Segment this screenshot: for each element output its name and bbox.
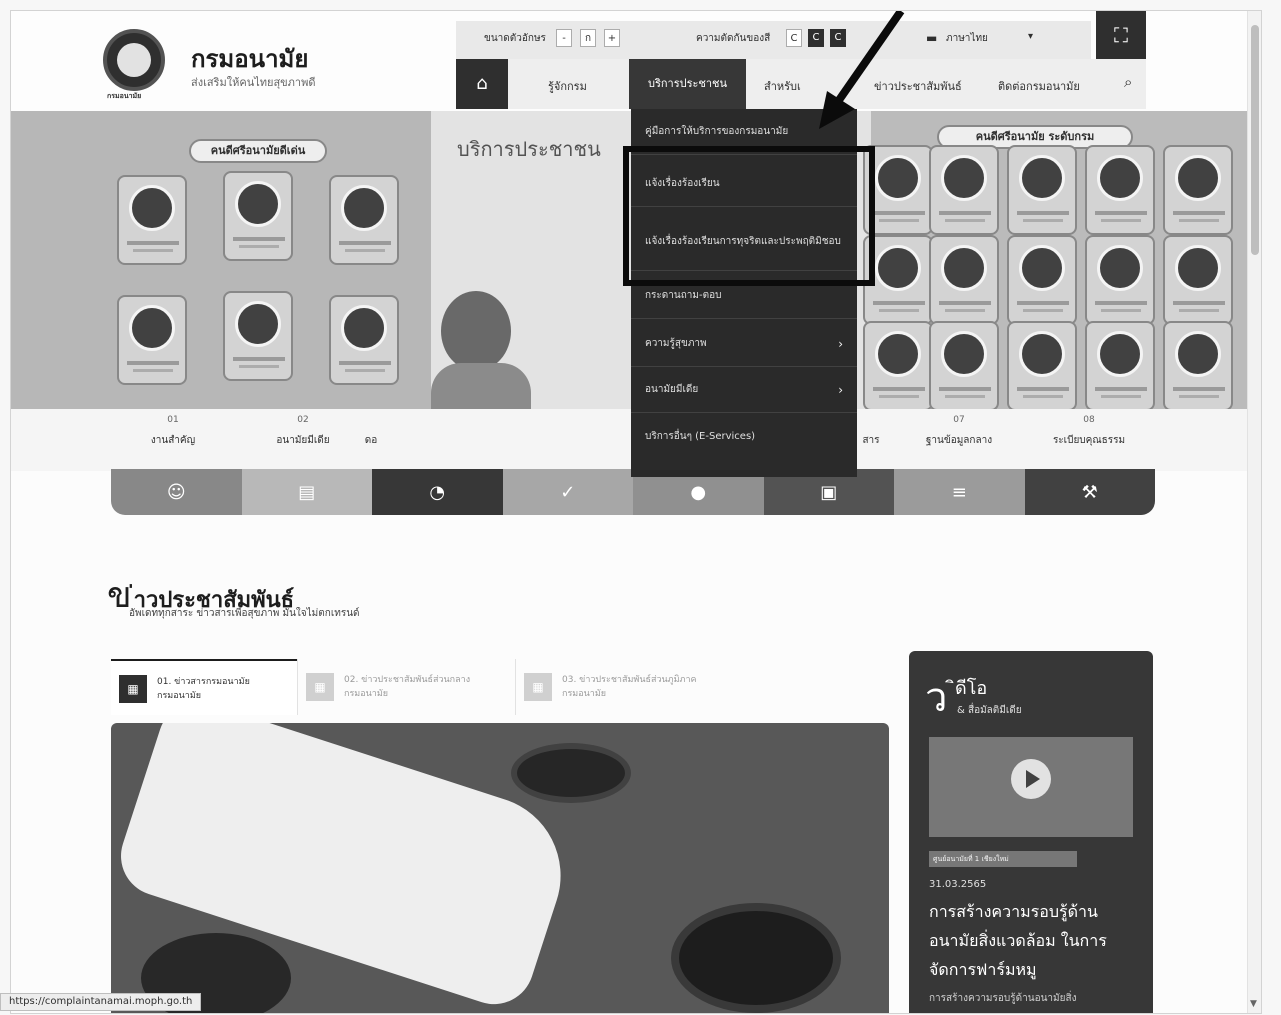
- nav-item-for[interactable]: สำหรับเ: [764, 77, 801, 95]
- tab-anamai-news[interactable]: ▦ 01. ข่าวสารกรมอนามัย กรมอนามัย: [111, 659, 297, 715]
- left-panel-banner: คนดีศรีอนามัยดีเด่น: [189, 139, 327, 163]
- news-section-subtitle: อัพเดททุกสาระ ข่าวสารเพื่อสุขภาพ มั่นใจไ…: [129, 608, 360, 619]
- person-card: [223, 171, 293, 261]
- category-item[interactable]: 02 อนามัยมีเดีย: [243, 409, 363, 448]
- scroll-down-icon[interactable]: ▼: [1250, 999, 1257, 1009]
- newspaper-icon: ▦: [524, 673, 552, 701]
- video-media-panel: ว ิดีโอ & สื่อมัลติมีเดีย ศูนย์อนามัยที่…: [909, 651, 1153, 1013]
- font-decrease-button[interactable]: -: [556, 29, 572, 47]
- play-icon[interactable]: [1011, 759, 1051, 799]
- video-headline[interactable]: การสร้างความรอบรู้ด้านอนามัยสิ่งแวดล้อม …: [929, 897, 1139, 984]
- news-tabs: ▦ 01. ข่าวสารกรมอนามัย กรมอนามัย ▦ 02. ข่…: [111, 659, 891, 715]
- chevron-right-icon: ›: [838, 382, 843, 397]
- highlight-box: [623, 146, 875, 286]
- video-category-badge: ศูนย์อนามัยที่ 1 เชียงใหม่: [929, 851, 1077, 867]
- search-icon[interactable]: ⌕: [1124, 73, 1132, 91]
- site-header: กรมอนามัย กรมอนามัย ส่งเสริมให้คนไทยสุขภ…: [11, 11, 1249, 111]
- nav-item-about[interactable]: รู้จักกรม: [548, 77, 587, 95]
- tab-regional-news[interactable]: ▦ 03. ข่าวประชาสัมพันธ์ส่วนภูมิภาค กรมอนา…: [515, 659, 745, 715]
- category-item[interactable]: 01 งานสำคัญ: [113, 409, 233, 448]
- newspaper-icon: ▦: [306, 673, 334, 701]
- video-excerpt: การสร้างความรอบรู้ด้านอนามัยสิ่ง: [929, 993, 1077, 1004]
- person-card: [863, 321, 933, 411]
- person-card: [329, 175, 399, 265]
- sitemap-icon[interactable]: ⛶: [1096, 11, 1146, 59]
- status-bar-url: https://complaintanamai.moph.go.th: [0, 993, 202, 1011]
- video-title-initial: ว: [925, 675, 948, 721]
- category-item[interactable]: 08 ระเบียบคุณธรรม: [1029, 409, 1149, 448]
- video-date: 31.03.2565: [929, 879, 987, 890]
- category-item[interactable]: ดอ: [351, 409, 391, 448]
- chevron-right-icon: ›: [838, 336, 843, 351]
- person-card: [1007, 321, 1077, 411]
- person-card: [1007, 235, 1077, 325]
- font-increase-button[interactable]: +: [604, 29, 620, 47]
- dropdown-item-e-services[interactable]: บริการอื่นๆ (E-Services): [631, 413, 857, 459]
- logo-caption: กรมอนามัย: [107, 92, 142, 100]
- hero-center-title: บริการประชาชน: [457, 137, 601, 161]
- video-subtitle: & สื่อมัลติมีเดีย: [957, 705, 1022, 716]
- person-card: [117, 295, 187, 385]
- person-card: [1163, 321, 1233, 411]
- category-item[interactable]: สาร: [851, 409, 891, 448]
- browser-viewport: กรมอนามัย กรมอนามัย ส่งเสริมให้คนไทยสุขภ…: [10, 10, 1262, 1014]
- person-card: [1085, 235, 1155, 325]
- person-icon[interactable]: ☺: [111, 469, 242, 515]
- database-icon[interactable]: ≡: [894, 469, 1025, 515]
- home-icon[interactable]: ⌂: [456, 59, 508, 109]
- video-thumbnail[interactable]: [929, 737, 1133, 837]
- person-card: [1085, 145, 1155, 235]
- chevron-down-icon[interactable]: ▾: [1028, 31, 1033, 42]
- video-title: ิดีโอ: [955, 678, 988, 699]
- dropdown-item-anamai-media[interactable]: อนามัยมีเดีย ›: [631, 367, 857, 413]
- nav-item-contact[interactable]: ติดต่อกรมอนามัย: [998, 77, 1080, 95]
- person-card: [1085, 321, 1155, 411]
- dropdown-item-health-knowledge[interactable]: ความรู้สุขภาพ ›: [631, 321, 857, 367]
- check-icon[interactable]: ✓: [502, 469, 633, 515]
- language-selector[interactable]: ภาษาไทย: [946, 31, 988, 46]
- nav-item-public-services[interactable]: บริการประชาชน: [629, 59, 746, 109]
- person-card: [329, 295, 399, 385]
- department-logo-icon[interactable]: [103, 29, 165, 91]
- hero-girl-image: [401, 291, 611, 416]
- category-item[interactable]: 07 ฐานข้อมูลกลาง: [899, 409, 1019, 448]
- tab-central-news[interactable]: ▦ 02. ข่าวประชาสัมพันธ์ส่วนกลาง กรมอนามัย: [297, 659, 515, 715]
- dashboard-icon[interactable]: ◔: [372, 469, 503, 515]
- person-card: [223, 291, 293, 381]
- newspaper-icon: ▦: [119, 675, 147, 703]
- gavel-icon[interactable]: ⚒: [1024, 469, 1155, 515]
- page-scrollbar[interactable]: ▼: [1247, 11, 1261, 1013]
- person-card: [1007, 145, 1077, 235]
- person-card: [929, 235, 999, 325]
- arrow-pointer-icon: [819, 11, 905, 129]
- person-card: [929, 145, 999, 235]
- language-flag-icon: ▬: [926, 31, 938, 45]
- person-card: [1163, 145, 1233, 235]
- document-icon[interactable]: ▤: [241, 469, 372, 515]
- utility-bar: ขนาดตัวอักษร - ก + ความตัดกันของสี C C C…: [456, 21, 1091, 59]
- site-subtitle: ส่งเสริมให้คนไทยสุขภาพดี: [191, 76, 316, 89]
- news-featured-image[interactable]: [111, 723, 889, 1013]
- category-strip: 01 งานสำคัญ 02 อนามัยมีเดีย ดอ สาร 07 ฐานข้…: [11, 409, 1249, 471]
- person-card: [1163, 235, 1233, 325]
- font-size-label: ขนาดตัวอักษร: [484, 33, 546, 44]
- person-card: [929, 321, 999, 411]
- contrast-label: ความตัดกันของสี: [696, 33, 771, 44]
- person-card: [117, 175, 187, 265]
- scrollbar-thumb[interactable]: [1251, 25, 1259, 255]
- contrast-normal-button[interactable]: C: [786, 29, 802, 47]
- font-normal-button[interactable]: ก: [580, 29, 596, 47]
